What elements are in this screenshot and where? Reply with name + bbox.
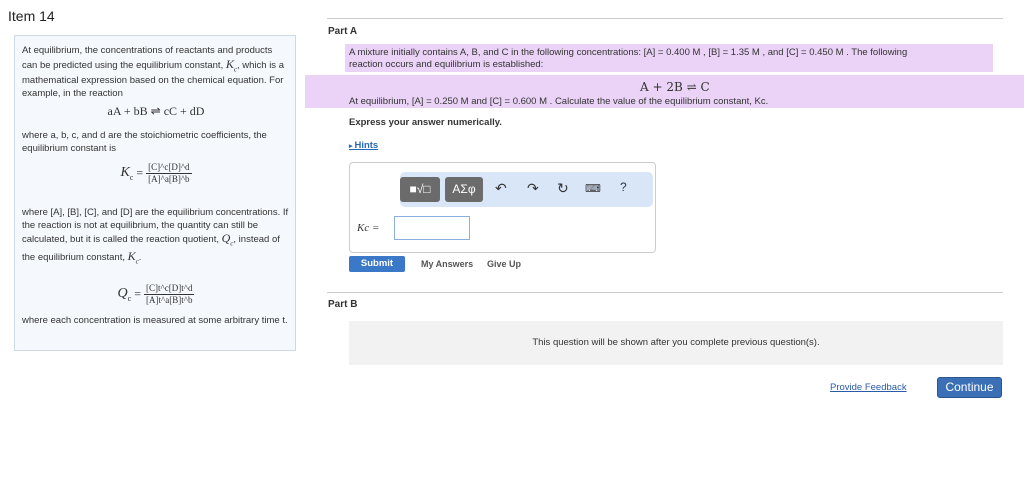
hints-label: Hints <box>354 140 379 151</box>
help-button[interactable]: ? <box>620 180 627 194</box>
answer-input[interactable] <box>394 216 470 240</box>
provide-feedback-link[interactable]: Provide Feedback <box>830 382 907 393</box>
my-answers-button[interactable]: My Answers <box>421 259 473 269</box>
answer-label: Kc = <box>357 222 380 234</box>
redo-icon[interactable]: ↷ <box>527 180 539 197</box>
templates-button[interactable]: ■√□ <box>400 177 440 202</box>
kc-symbol: Kc <box>225 56 237 73</box>
instruction: Express your answer numerically. <box>349 117 502 128</box>
hints-link[interactable]: ▸ Hints <box>349 140 378 151</box>
kc-formula: Kc = [C]^c[D]^d [A]^a[B]^b <box>120 162 192 184</box>
reaction-equation: A + 2B ⇌ C <box>640 80 710 94</box>
math-toolbar: ■√□ ΑΣφ ↶ ↷ ↻ ⌨ ? <box>400 172 653 207</box>
part-a-title: Part A <box>328 26 358 37</box>
qc-symbol: Qc <box>221 231 234 248</box>
divider <box>327 292 1003 293</box>
part-b-locked-message: This question will be shown after you co… <box>349 321 1003 365</box>
kc-numerator: [C]^c[D]^d <box>146 162 192 174</box>
intro-text-3: where [A], [B], [C], and [D] are the equ… <box>22 207 289 266</box>
qc-denominator: [A]t^a[B]t^b <box>146 295 193 305</box>
general-reaction: aA + bB ⇌ cC + dD <box>107 104 205 118</box>
qc-numerator: [C]t^c[D]t^d <box>144 283 195 295</box>
item-title: Item 14 <box>8 8 55 24</box>
question-line-3: At equilibrium, [A] = 0.250 M and [C] = … <box>349 96 769 107</box>
question-line-1: A mixture initially contains A, B, and C… <box>349 47 908 58</box>
intro-text-2: where a, b, c, and d are the stoichiomet… <box>22 130 267 154</box>
keyboard-icon[interactable]: ⌨ <box>585 182 601 195</box>
part-b-title: Part B <box>328 299 358 310</box>
qc-formula: Qc = [C]t^c[D]t^d [A]t^a[B]t^b <box>117 283 195 305</box>
reset-icon[interactable]: ↻ <box>557 180 569 197</box>
intro-text-4: where each concentration is measured at … <box>22 315 288 326</box>
k-letter: K <box>225 56 234 71</box>
q-letter: Q <box>221 231 231 245</box>
question-line-2: reaction occurs and equilibrium is estab… <box>349 59 544 70</box>
intro-text-1: At equilibrium, the concentrations of re… <box>22 45 290 100</box>
divider <box>327 18 1003 19</box>
continue-button[interactable]: Continue <box>937 377 1002 398</box>
greek-button[interactable]: ΑΣφ <box>445 177 483 202</box>
give-up-button[interactable]: Give Up <box>487 259 521 269</box>
undo-icon[interactable]: ↶ <box>495 180 507 197</box>
intro-panel: At equilibrium, the concentrations of re… <box>14 35 296 351</box>
kc-denominator: [A]^a[B]^b <box>148 174 190 184</box>
submit-button[interactable]: Submit <box>349 256 405 272</box>
